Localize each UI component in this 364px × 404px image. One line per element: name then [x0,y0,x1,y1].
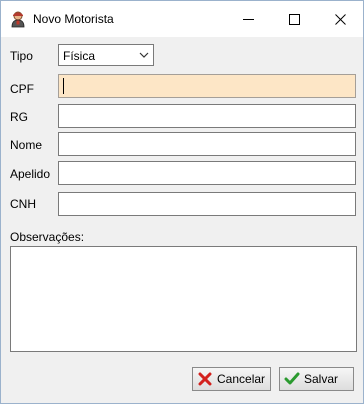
window-title: Novo Motorista [33,12,114,26]
form-area: Tipo Física CPF RG Nome Apelido CNH Obse… [1,37,363,403]
checkmark-icon [284,372,300,385]
maximize-button[interactable] [271,1,317,37]
driver-app-icon [9,10,27,28]
tipo-select-value: Física [63,49,96,63]
rg-label: RG [10,110,28,124]
minimize-button[interactable] [225,1,271,37]
chevron-down-icon [139,52,149,58]
cpf-field[interactable] [58,74,356,98]
cancel-button-label: Cancelar [217,372,266,386]
maximize-icon [288,13,300,25]
cnh-label: CNH [10,197,36,211]
save-button[interactable]: Salvar [279,367,354,391]
tipo-label: Tipo [10,49,33,63]
nome-label: Nome [10,138,43,152]
apelido-label: Apelido [10,167,51,181]
tipo-select[interactable]: Física [58,44,154,66]
close-icon [334,13,346,25]
cnh-field[interactable] [58,192,356,216]
nome-field[interactable] [58,132,356,156]
observacoes-label: Observações: [10,230,85,244]
dialog-window: Novo Motorista Tipo Física CPF RG Nome A… [0,0,364,404]
save-button-label: Salvar [304,372,339,386]
observacoes-textarea[interactable] [10,246,357,352]
title-bar[interactable]: Novo Motorista [1,1,363,37]
cpf-label: CPF [10,82,34,96]
rg-field[interactable] [58,104,356,128]
x-icon [198,372,212,386]
apelido-field[interactable] [58,161,356,185]
close-button[interactable] [317,1,363,37]
minimize-icon [242,18,254,20]
text-caret [63,78,64,94]
cancel-button[interactable]: Cancelar [192,367,271,391]
